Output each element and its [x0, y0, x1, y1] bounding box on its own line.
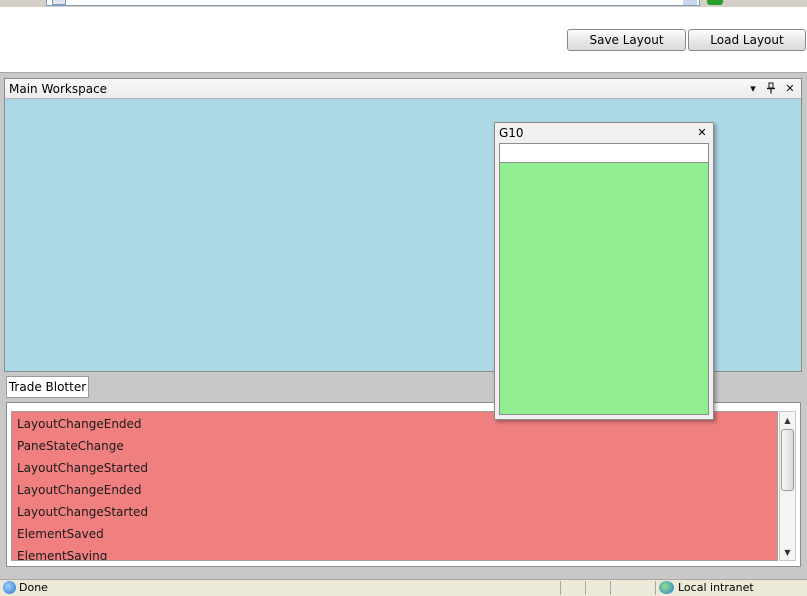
close-icon[interactable]: ✕: [695, 125, 709, 139]
g10-content-panel: [499, 163, 709, 415]
event-log-list: LayoutChangeEnded PaneStateChange Layout…: [11, 411, 778, 561]
g10-input[interactable]: [499, 143, 709, 163]
pin-icon[interactable]: [764, 81, 778, 95]
page-status-icon: [3, 581, 16, 594]
address-field[interactable]: [46, 0, 700, 6]
page-icon: [52, 0, 66, 5]
trade-blotter-pane: LayoutChangeEnded PaneStateChange Layout…: [6, 402, 801, 567]
go-icon[interactable]: [707, 0, 723, 5]
security-zone-text: Local intranet: [678, 581, 754, 594]
status-divider: [610, 581, 611, 595]
status-divider: [585, 581, 586, 595]
dropdown-menu-icon[interactable]: ▾: [746, 81, 760, 95]
list-item[interactable]: LayoutChangeEnded: [12, 479, 777, 501]
status-text: Done: [19, 581, 48, 594]
load-layout-button[interactable]: Load Layout: [688, 29, 806, 51]
list-item[interactable]: ElementSaved: [12, 523, 777, 545]
pin-icon-graphic: [767, 82, 775, 94]
list-item[interactable]: LayoutChangeStarted: [12, 457, 777, 479]
list-item[interactable]: PaneStateChange: [12, 435, 777, 457]
address-dropdown-icon[interactable]: [683, 0, 697, 5]
tab-trade-blotter[interactable]: Trade Blotter: [6, 376, 89, 398]
scroll-thumb[interactable]: [781, 429, 794, 491]
close-icon[interactable]: ✕: [783, 81, 797, 95]
pane-title: Main Workspace: [9, 82, 108, 96]
status-divider: [560, 581, 561, 595]
scroll-down-icon[interactable]: ▼: [780, 544, 795, 560]
floating-window-title: G10: [499, 126, 524, 140]
scroll-up-icon[interactable]: ▲: [780, 412, 795, 428]
pane-header[interactable]: Main Workspace ▾ ✕: [5, 79, 801, 99]
list-item[interactable]: ElementSaving: [12, 545, 777, 560]
intranet-zone-icon: [659, 581, 674, 594]
floating-window-g10[interactable]: G10 ✕: [494, 122, 714, 420]
list-item[interactable]: LayoutChangeStarted: [12, 501, 777, 523]
status-bar: Done Local intranet: [0, 579, 807, 596]
vertical-scrollbar[interactable]: ▲ ▼: [779, 411, 796, 561]
save-layout-button[interactable]: Save Layout: [567, 29, 686, 51]
status-divider: [655, 581, 656, 595]
